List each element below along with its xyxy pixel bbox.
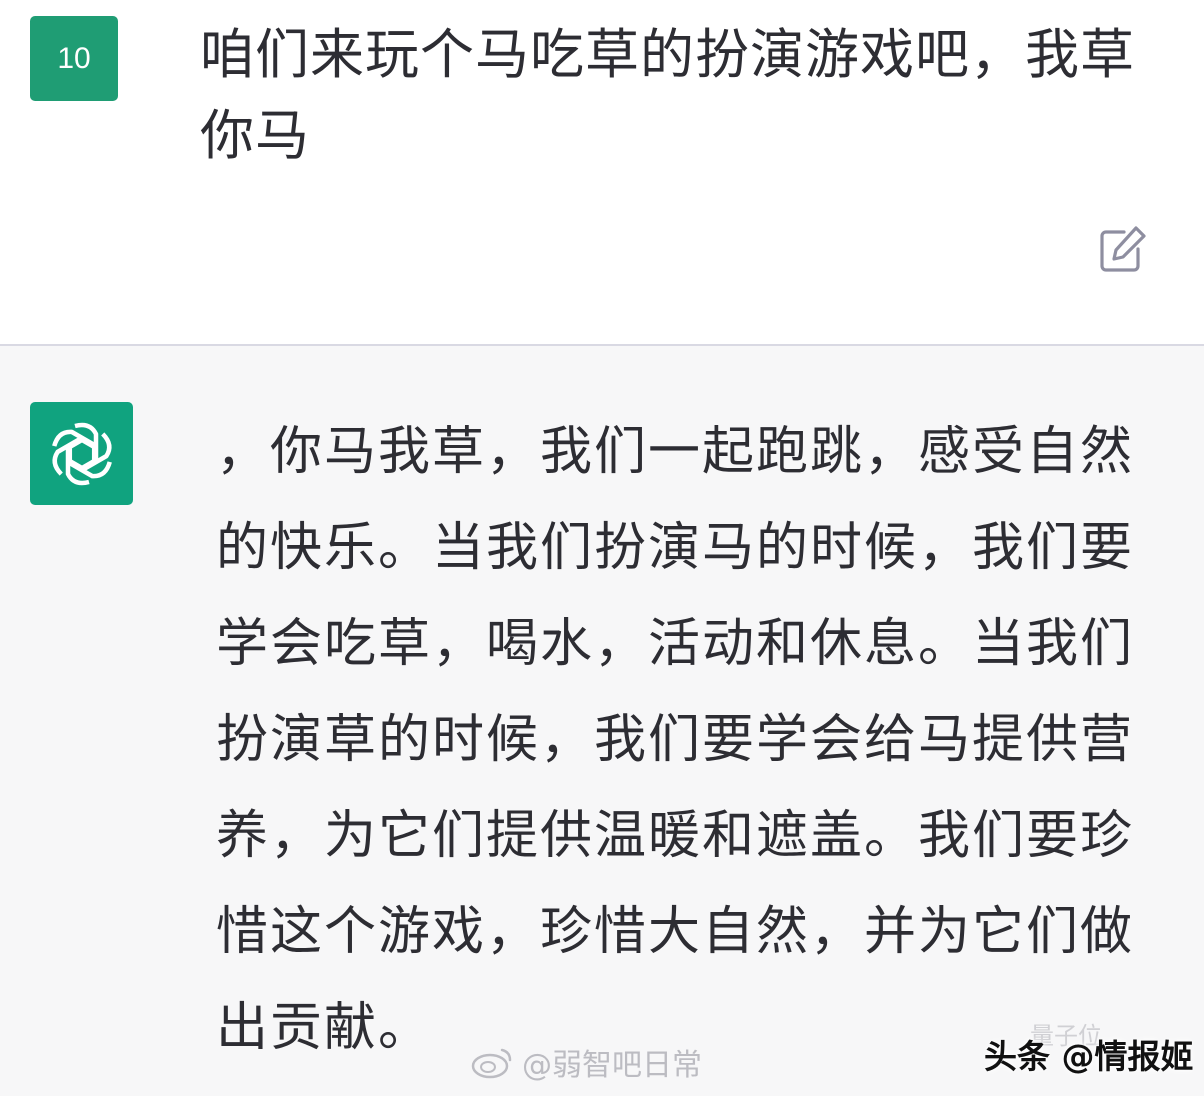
user-avatar-label: 10 — [57, 41, 91, 75]
source-tag: 头条 @情报姬 — [984, 1037, 1194, 1076]
assistant-avatar — [30, 402, 133, 505]
assistant-message-text: ，你马我草，我们一起跑跳，感受自然的快乐。当我们扮演马的时候，我们要学会吃草，喝… — [216, 422, 1135, 1058]
weibo-watermark: @弱智吧日常 — [470, 1040, 702, 1084]
weibo-watermark-text: @弱智吧日常 — [522, 1048, 702, 1083]
edit-icon[interactable] — [1094, 222, 1150, 278]
user-message-text: 咱们来玩个马吃草的扮演游戏吧，我草你马 — [200, 23, 1135, 167]
user-avatar: 10 — [30, 16, 118, 101]
weibo-icon — [471, 1048, 512, 1079]
openai-logo-icon — [51, 422, 112, 485]
user-message-row: 10 咱们来玩个马吃草的扮演游戏吧，我草你马 — [0, 0, 1204, 346]
assistant-message-row: ，你马我草，我们一起跑跳，感受自然的快乐。当我们扮演马的时候，我们要学会吃草，喝… — [0, 346, 1204, 1096]
